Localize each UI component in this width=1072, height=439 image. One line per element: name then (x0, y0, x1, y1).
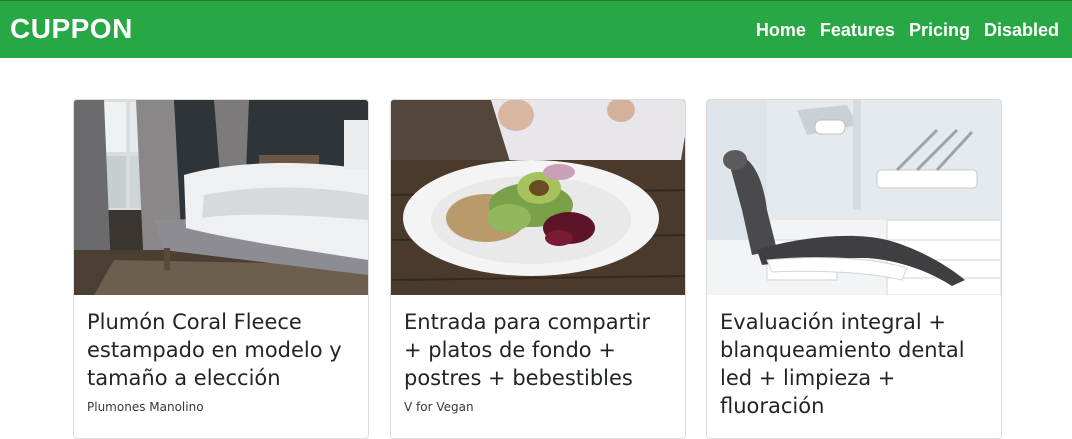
nav-link-home[interactable]: Home (756, 20, 806, 41)
nav-link-disabled: Disabled (983, 20, 1059, 40)
card-title[interactable]: Plumón Coral Fleece estampado en modelo … (87, 308, 355, 392)
dental-chair-photo[interactable] (707, 100, 1001, 295)
card-merchant: Plumones Manolino (87, 400, 204, 414)
brand-logo[interactable]: CUPPON (10, 13, 133, 45)
salad-plate-photo[interactable] (391, 100, 685, 295)
deal-card[interactable]: Plumón Coral Fleece estampado en modelo … (73, 99, 369, 439)
top-navbar: CUPPON Home Features Pricing Disabled (0, 0, 1072, 58)
bedroom-photo[interactable] (74, 100, 368, 295)
card-title[interactable]: Evaluación integral + blanqueamiento den… (720, 308, 988, 420)
nav-link-pricing[interactable]: Pricing (909, 20, 970, 41)
deal-card[interactable]: Evaluación integral + blanqueamiento den… (706, 99, 1002, 439)
nav-links: Home Features Pricing Disabled (756, 20, 1059, 41)
deal-card[interactable]: Entrada para compartir + platos de fondo… (390, 99, 686, 439)
card-merchant: V for Vegan (404, 400, 474, 414)
nav-link-features[interactable]: Features (820, 20, 895, 41)
card-title[interactable]: Entrada para compartir + platos de fondo… (404, 308, 672, 392)
